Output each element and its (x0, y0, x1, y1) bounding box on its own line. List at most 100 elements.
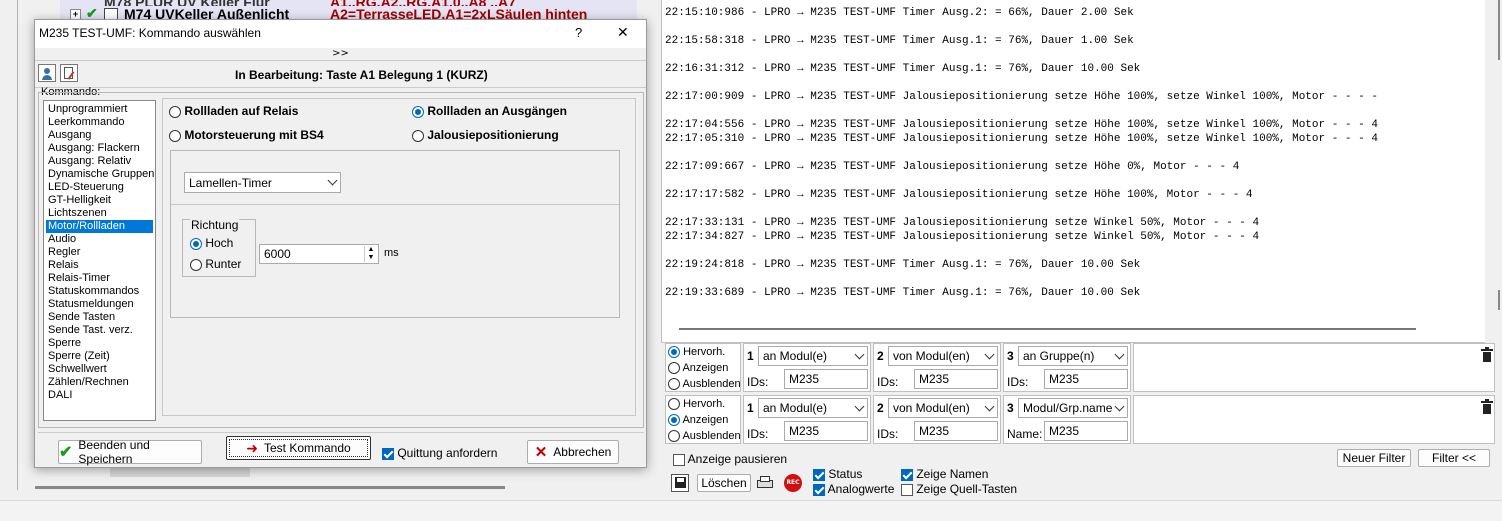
dialog-title-bar[interactable]: M235 TEST-UMF: Kommando auswählen ? ✕ (35, 20, 646, 48)
chevron-down-icon (984, 349, 995, 359)
command-list-item[interactable]: Audio (46, 233, 153, 246)
filter-mode-radio[interactable]: Anzeigen (668, 362, 729, 375)
criterion-type-value: von Modul(en) (893, 349, 970, 363)
trash-icon[interactable] (1481, 347, 1493, 362)
log-line: 22:17:04:556 - LPRO → M235 TEST-UMF Jalo… (665, 119, 1378, 131)
command-list-item[interactable]: Dynamische Gruppen (46, 168, 154, 181)
command-list[interactable]: Unprogrammiert Leerkommando Ausgang Ausgang… (43, 100, 156, 421)
criterion-value-input[interactable]: M235 (914, 421, 998, 441)
filter-spacer (1133, 395, 1495, 444)
option-jalousie[interactable]: Jalousiepositionierung (412, 128, 559, 142)
criterion-value: M235 (1049, 372, 1080, 386)
command-list-item[interactable]: Lichtszenen (46, 207, 153, 220)
status-checkbox[interactable]: Status (813, 467, 862, 481)
command-list-item[interactable]: Statusmeldungen (46, 298, 153, 311)
command-list-item[interactable]: DALI (46, 389, 153, 402)
criterion-value-input[interactable]: M235 (784, 369, 868, 389)
mode-select[interactable]: Lamellen-Timer (184, 172, 341, 193)
command-list-item[interactable]: Ausgang (46, 129, 153, 142)
filter-mode-label: Ausblenden (682, 378, 741, 390)
filter-mode-radio[interactable]: Hervorh. (668, 398, 725, 411)
log-horizontal-scrollbar[interactable] (679, 328, 1416, 330)
filter-criterion-3: 3 Modul/Grp.name Name: M235 (1003, 395, 1131, 444)
log-text[interactable]: 22:15:10:986 - LPRO → M235 TEST-UMF Time… (665, 6, 1378, 300)
pause-label: Anzeige pausieren (687, 452, 788, 466)
command-list-item[interactable]: GT-Helligkeit (46, 194, 153, 207)
filter-mode-radio[interactable]: Ausblenden (668, 430, 741, 443)
criterion-value-input[interactable]: M235 (914, 369, 998, 389)
criterion-type-select[interactable]: von Modul(en) (888, 346, 998, 366)
command-list-item[interactable]: Sperre (46, 337, 153, 350)
help-button[interactable]: ? (575, 25, 582, 40)
command-list-item[interactable]: Motor/Rollladen (46, 220, 153, 233)
command-list-item[interactable]: Unprogrammiert (46, 103, 153, 116)
save-and-close-button[interactable]: ✔ Beenden und Speichern (58, 438, 202, 466)
filter-mode-radio[interactable]: Hervorh. (668, 346, 725, 359)
tree-bottom-scrollbar[interactable] (35, 486, 505, 489)
close-icon[interactable]: ✕ (617, 24, 629, 41)
clear-label: Löschen (701, 476, 747, 490)
edit-icon[interactable] (60, 64, 78, 82)
direction-up-radio[interactable]: Hoch (190, 236, 233, 250)
filter-row: Hervorh. Anzeigen Ausblenden 1 an Modul(… (663, 343, 1502, 393)
command-list-item[interactable]: Sende Tasten (46, 311, 153, 324)
criterion-number: 1 (747, 349, 754, 363)
criterion-value-input[interactable]: M235 (784, 421, 868, 441)
save-disk-icon[interactable] (671, 474, 689, 492)
command-list-item[interactable]: Relais (46, 259, 153, 272)
command-list-item[interactable]: Leerkommando (46, 116, 153, 129)
option-motorsteuerung[interactable]: Motorsteuerung mit BS4 (169, 128, 324, 142)
command-list-item[interactable]: Sperre (Zeit) (46, 350, 153, 363)
user-icon[interactable] (38, 64, 56, 82)
new-filter-button[interactable]: Neuer Filter (1337, 449, 1411, 467)
command-list-item[interactable]: LED-Steuerung (46, 181, 153, 194)
analog-checkbox[interactable]: Analogwerte (813, 482, 894, 496)
pause-checkbox-box[interactable] (673, 453, 685, 466)
editing-status: In Bearbeitung: Taste A1 Belegung 1 (KUR… (235, 68, 488, 82)
criterion-type-select[interactable]: von Modul(en) (888, 398, 998, 418)
command-list-item[interactable]: Relais-Timer (46, 272, 153, 285)
duration-input[interactable]: 6000 ▲ ▼ (259, 244, 379, 264)
record-icon-text: REC (786, 479, 800, 486)
clear-button[interactable]: Löschen (697, 474, 751, 492)
command-list-item[interactable]: Ausgang: Relativ (46, 155, 153, 168)
command-list-item[interactable]: Schwellwert (46, 363, 153, 376)
filter-mode-radio[interactable]: Ausblenden (668, 378, 741, 391)
cancel-button[interactable]: ✕ Abbrechen (527, 440, 619, 464)
criterion-type-value: an Modul(e) (763, 349, 828, 363)
criterion-value-input[interactable]: M235 (1044, 421, 1128, 441)
show-names-checkbox[interactable]: Zeige Namen (901, 467, 988, 481)
filter-toggle-button[interactable]: Filter << (1418, 449, 1490, 467)
direction-down-radio[interactable]: Runter (190, 257, 241, 271)
command-dialog: M235 TEST-UMF: Kommando auswählen ? ✕ >>… (34, 19, 647, 468)
record-icon[interactable]: REC (784, 474, 802, 492)
print-icon[interactable] (756, 475, 774, 491)
trash-icon[interactable] (1481, 399, 1493, 414)
criterion-type-select[interactable]: an Modul(e) (758, 346, 868, 366)
option-rolladen-ausgaenge[interactable]: Rollladen an Ausgängen (412, 104, 567, 118)
acknowledge-checkbox[interactable]: Quittung anfordern (382, 446, 497, 460)
log-vertical-scrollbar[interactable] (1485, 0, 1502, 343)
log-line: 22:15:58:318 - LPRO → M235 TEST-UMF Time… (665, 35, 1134, 47)
command-list-item[interactable]: Statuskommandos (46, 285, 153, 298)
option-rolladen-relais[interactable]: Rollladen auf Relais (169, 104, 298, 118)
direction-up-label: Hoch (205, 236, 234, 250)
command-list-item[interactable]: Ausgang: Flackern (46, 142, 153, 155)
filter-mode-radio[interactable]: Anzeigen (668, 414, 728, 427)
mode-select-value: Lamellen-Timer (189, 175, 272, 190)
command-list-item[interactable]: Sende Tast. verz. (46, 324, 153, 337)
spinner-icon[interactable]: ▲ ▼ (364, 246, 377, 262)
expander-bar[interactable]: >> (35, 48, 646, 60)
criterion-value-input[interactable]: M235 (1044, 369, 1128, 389)
criterion-type-select[interactable]: Modul/Grp.name (1018, 398, 1128, 418)
criterion-value: M235 (919, 424, 950, 438)
test-command-button[interactable]: ➜ Test Kommando (226, 436, 371, 460)
command-list-item[interactable]: Regler (46, 246, 153, 259)
criterion-type-select[interactable]: an Gruppe(n) (1018, 346, 1128, 366)
show-source-keys-checkbox[interactable]: Zeige Quell-Tasten (901, 482, 1017, 496)
pause-display-checkbox[interactable]: Anzeige pausieren (673, 452, 787, 466)
log-line: 22:19:24:818 - LPRO → M235 TEST-UMF Time… (665, 259, 1141, 271)
criterion-type-select[interactable]: an Modul(e) (758, 398, 868, 418)
command-list-item[interactable]: Zählen/Rechnen (46, 376, 153, 389)
filter-mode-label: Anzeigen (682, 362, 729, 374)
